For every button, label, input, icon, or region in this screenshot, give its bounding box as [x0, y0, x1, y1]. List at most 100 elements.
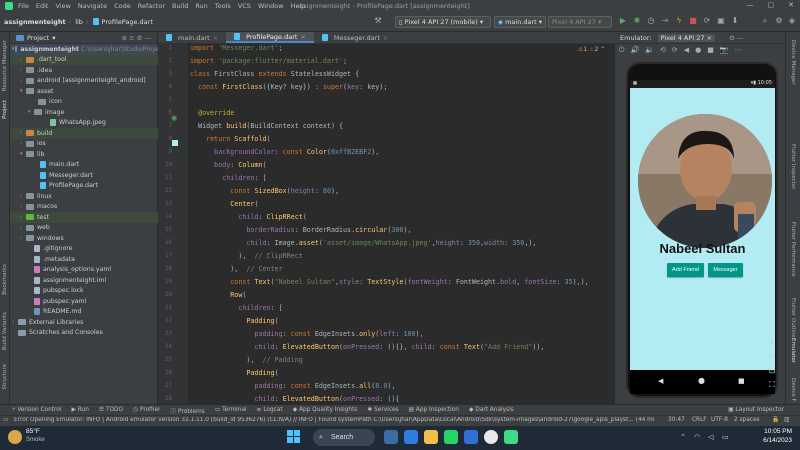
run-tab[interactable]: ▶ Run [71, 407, 88, 413]
rotate-left-icon[interactable]: ⟲ [660, 46, 666, 54]
home-icon[interactable]: ● [695, 46, 701, 54]
menu-code[interactable]: Code [114, 2, 131, 10]
run-icon[interactable]: ▶ [618, 16, 628, 26]
tree-item-root[interactable]: ▾ assignmenteight C:\Users\jhar\StudioProj… [10, 44, 158, 55]
memory-indicator-icon[interactable]: ▥ [784, 417, 789, 423]
tree-item-idea[interactable]: › .idea [10, 65, 158, 76]
run-config-selector[interactable]: ◆ main.dart ▾ [494, 16, 546, 28]
device-selector[interactable]: ▯ Pixel 4 API 27 (mobile) ▾ [395, 16, 491, 28]
device-file-tab[interactable]: Device F [790, 378, 796, 402]
project-view-selector[interactable]: Project [27, 34, 49, 42]
flutter-inspector-tab[interactable]: Flutter Inspector [790, 144, 796, 190]
menu-refactor[interactable]: Refactor [138, 2, 165, 10]
services-tab[interactable]: ✱ Services [367, 407, 398, 413]
sync-icon[interactable]: ⟳ [702, 16, 712, 26]
profiler-tab[interactable]: ◷ Profiler [133, 407, 160, 413]
fit-screen-icon[interactable]: ⛶ [767, 380, 777, 390]
messager-button[interactable]: Messager [708, 263, 743, 277]
emulator-device-tab[interactable]: Pixel 4 API 27 × [657, 33, 716, 42]
tree-item-readme[interactable]: README.md [10, 307, 158, 318]
tree-item-iml[interactable]: assignmenteight.iml [10, 275, 158, 286]
search-everywhere-icon[interactable]: ⌕ [760, 16, 770, 26]
android-studio-icon[interactable] [504, 430, 518, 444]
tree-item-web[interactable]: › web [10, 223, 158, 234]
flutter-performance-tab[interactable]: Flutter Performance [790, 222, 796, 277]
status-message[interactable]: Error Opening Emulator: INFO | Android e… [14, 417, 654, 423]
version-control-tab[interactable]: ⑂ Version Control [12, 407, 61, 413]
menu-window[interactable]: Window [258, 2, 284, 10]
file-encoding[interactable]: UTF-8 [711, 417, 728, 423]
menu-file[interactable]: File [18, 2, 29, 10]
stop-icon[interactable]: ■ [688, 16, 698, 26]
tree-item-asset[interactable]: ▾ asset [10, 86, 158, 97]
tree-item-build[interactable]: › build [10, 128, 158, 139]
nav-recents-icon[interactable]: ■ [738, 377, 745, 385]
tree-item-profilepage-dart[interactable]: ProfilePage.dart [10, 181, 158, 192]
minimize-button[interactable]: — [747, 1, 754, 9]
tree-item-ios[interactable]: › ios [10, 139, 158, 150]
windows-start-icon[interactable] [287, 430, 301, 444]
layout-inspector-tab[interactable]: ▣ Layout Inspector [728, 407, 784, 413]
breadcrumb-folder[interactable]: lib [75, 18, 83, 26]
taskbar-time[interactable]: 10:05 PM [752, 428, 792, 435]
menu-run[interactable]: Run [195, 2, 207, 10]
battery-tray-icon[interactable]: ▭ [722, 433, 729, 441]
tab-close-icon[interactable]: × [300, 33, 305, 41]
chrome-icon[interactable] [484, 430, 498, 444]
add-friend-button[interactable]: Add Friend [667, 263, 704, 277]
chevron-down-icon[interactable]: ▾ [52, 34, 55, 42]
tray-chevron-icon[interactable]: ⌃ [680, 433, 686, 441]
indent-setting[interactable]: 2 spaces [734, 417, 760, 423]
caret-position[interactable]: 30:47 [668, 417, 685, 423]
emulator-tab[interactable]: Emulator [790, 338, 796, 363]
tree-item-image[interactable]: ▾ image [10, 107, 158, 118]
settings-gear-icon[interactable]: ⚙ [774, 16, 784, 26]
tree-item-pubspec-yaml[interactable]: pubspec.yaml [10, 296, 158, 307]
tab-profilepage-dart[interactable]: ProfilePage.dart × [226, 32, 314, 43]
menu-view[interactable]: View [55, 2, 70, 10]
project-tab[interactable]: Project [2, 100, 8, 119]
app-inspection-tab[interactable]: ▤ App Inspection [409, 407, 459, 413]
tab-close-icon[interactable]: × [213, 34, 218, 42]
line-separator[interactable]: CRLF [692, 417, 707, 423]
sdk-manager-icon[interactable]: ⬇ [730, 16, 740, 26]
volume-tray-icon[interactable]: ◁ [708, 433, 713, 441]
menu-vcs[interactable]: VCS [238, 2, 251, 10]
tree-item-test[interactable]: › test [10, 212, 158, 223]
zoom-in-icon[interactable]: + [767, 338, 777, 348]
hammer-icon[interactable]: ⚒ [373, 16, 383, 26]
tree-item-messeger-dart[interactable]: Messeger.dart [10, 170, 158, 181]
todo-tab[interactable]: ☰ TODO [99, 407, 123, 413]
tab-close-icon[interactable]: × [383, 34, 388, 42]
power-icon[interactable]: ⏻ [619, 46, 625, 55]
flutter-outline-tab[interactable]: Flutter Outline [790, 298, 796, 338]
taskbar-search[interactable]: ⌕ Search [313, 429, 375, 446]
debug-icon[interactable]: ✱ [632, 16, 642, 26]
device-selector-2[interactable]: Pixel 4 API 27 ▾ [548, 16, 612, 28]
emulator-options-icon[interactable]: ⚙ — [729, 34, 743, 42]
close-button[interactable]: ✕ [788, 1, 794, 9]
overview-icon[interactable]: ■ [707, 46, 714, 54]
back-icon[interactable]: ◀ [684, 46, 689, 54]
maximize-button[interactable]: ▢ [768, 1, 775, 9]
rotate-right-icon[interactable]: ⟳ [672, 46, 678, 54]
wifi-tray-icon[interactable]: ◠ [694, 433, 700, 441]
logcat-tab[interactable]: ≡ Logcat [257, 407, 283, 413]
weather-temp[interactable]: 85°F [26, 428, 40, 435]
store-icon[interactable] [464, 430, 478, 444]
build-variants-tab[interactable]: Build Variants [2, 312, 8, 350]
tree-item-lib[interactable]: ▾ lib [10, 149, 158, 160]
tree-item-main-dart[interactable]: main.dart [10, 160, 158, 171]
tree-item-macos[interactable]: › macos [10, 202, 158, 213]
problems-tab[interactable]: ⓘ Problems [170, 406, 204, 415]
weather-icon[interactable] [8, 430, 22, 444]
zoom-one-to-one-icon[interactable]: ⊡ [767, 366, 777, 376]
lock-icon[interactable]: 🔓 [772, 417, 779, 423]
tree-item-external-libraries[interactable]: › External Libraries [10, 317, 158, 328]
tree-item-pubspec-lock[interactable]: pubspec.lock [10, 286, 158, 297]
volume-down-icon[interactable]: 🔉 [645, 46, 654, 54]
tree-item-whatsapp-jpeg[interactable]: WhatsApp.jpeg [10, 118, 158, 129]
file-explorer-icon[interactable] [424, 430, 438, 444]
tree-item-metadata[interactable]: .metadata [10, 254, 158, 265]
nav-home-icon[interactable]: ● [698, 376, 705, 385]
